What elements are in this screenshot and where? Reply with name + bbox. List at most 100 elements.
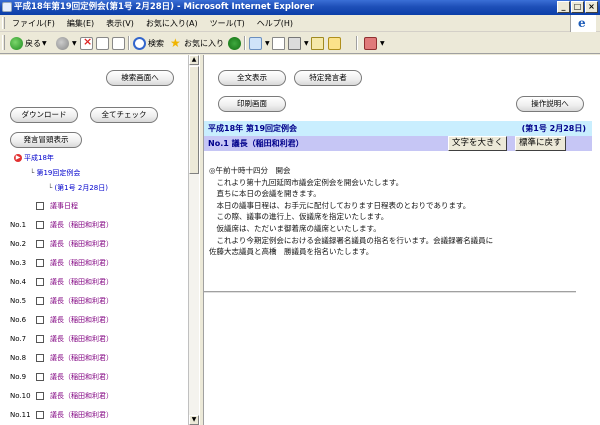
tree-meeting[interactable]: └ (第1号 2月28日) <box>48 183 108 193</box>
search-icon <box>133 36 146 50</box>
scroll-down-icon[interactable]: ▼ <box>189 415 199 425</box>
reset-text-button[interactable]: 標準に戻す <box>515 136 566 151</box>
media-button[interactable] <box>228 35 243 51</box>
mail-icon <box>272 36 285 50</box>
speaker-link[interactable]: 議長（稲田和利君） <box>50 239 113 249</box>
favorites-button[interactable]: ★ お気に入り <box>170 35 224 51</box>
speaker-link[interactable]: 議長（稲田和利君） <box>50 277 113 287</box>
row-checkbox[interactable] <box>36 411 44 419</box>
tree-branch-icon: └ <box>30 169 35 177</box>
row-number: No.1 <box>10 221 27 229</box>
row-checkbox[interactable] <box>36 392 44 400</box>
refresh-button[interactable] <box>96 35 111 51</box>
row-checkbox[interactable] <box>36 278 44 286</box>
minimize-button[interactable]: _ <box>557 1 570 13</box>
back-label: 戻る <box>25 38 41 48</box>
specific-speaker-button[interactable]: 特定発言者 <box>294 70 362 86</box>
row-number: No.10 <box>10 392 31 400</box>
stop-icon <box>80 35 93 50</box>
minutes-line: 直ちに本日の会議を開きます。 <box>209 189 321 199</box>
session-date: (第1号 2月28日) <box>521 124 586 133</box>
speaker-link[interactable]: 議長（稲田和利君） <box>50 372 113 382</box>
forward-arrow-icon <box>56 36 69 50</box>
menu-favorites[interactable]: お気に入り(A) <box>146 18 198 29</box>
menu-tools[interactable]: ツール(T) <box>210 18 245 29</box>
speaker-link[interactable]: 議長（稲田和利君） <box>50 353 113 363</box>
speaker-link[interactable]: 議長（稲田和利君） <box>50 391 113 401</box>
mail-button[interactable] <box>272 35 287 51</box>
speaker-link[interactable]: 議長（稲田和利君） <box>50 410 113 420</box>
scroll-up-icon[interactable]: ▲ <box>189 55 199 65</box>
stop-button[interactable] <box>80 35 95 51</box>
row-checkbox[interactable] <box>36 259 44 267</box>
play-icon: ▶ <box>14 154 22 162</box>
close-button[interactable]: × <box>585 1 598 13</box>
help-button[interactable]: 操作説明へ <box>516 96 584 112</box>
chevron-down-icon[interactable]: ▼ <box>380 40 385 47</box>
toolbar-separator <box>128 36 130 50</box>
home-icon <box>112 36 125 50</box>
menu-view[interactable]: 表示(V) <box>106 18 134 29</box>
list-item: No.8 議長（稲田和利君） <box>10 352 113 364</box>
chevron-down-icon[interactable]: ▼ <box>265 40 270 47</box>
menu-grip <box>2 17 5 29</box>
list-item: No.4 議長（稲田和利君） <box>10 276 113 288</box>
row-checkbox[interactable] <box>36 354 44 362</box>
agenda-row[interactable]: 議事日程 <box>10 200 78 212</box>
session-title: 平成18年 第19回定例会 <box>208 124 298 133</box>
ie-window-icon <box>2 2 12 12</box>
window-controls: _ □ × <box>557 1 598 13</box>
list-item: No.5 議長（稲田和利君） <box>10 295 113 307</box>
speaker-link[interactable]: 議長（稲田和利君） <box>50 315 113 325</box>
chevron-down-icon[interactable]: ▼ <box>72 40 77 47</box>
edit-icon <box>311 36 324 50</box>
search-label: 検索 <box>148 38 164 48</box>
speaker-link[interactable]: 議長（稲田和利君） <box>50 220 113 230</box>
history-button[interactable]: ▼ <box>249 35 270 51</box>
speaker-link[interactable]: 議長（稲田和利君） <box>50 258 113 268</box>
row-checkbox[interactable] <box>36 316 44 324</box>
menu-help[interactable]: ヘルプ(H) <box>257 18 293 29</box>
show-all-button[interactable]: 全文表示 <box>218 70 286 86</box>
chevron-down-icon[interactable]: ▼ <box>304 40 309 47</box>
check-all-button[interactable]: 全てチェック <box>90 107 158 123</box>
scroll-thumb[interactable] <box>189 66 199 174</box>
row-number: No.2 <box>10 240 27 248</box>
row-checkbox[interactable] <box>36 240 44 248</box>
menu-file[interactable]: ファイル(F) <box>12 18 55 29</box>
search-screen-button[interactable]: 検索画面へ <box>106 70 174 86</box>
toolbar-grip <box>2 35 5 50</box>
row-number: No.11 <box>10 411 31 419</box>
back-button[interactable]: 戻る ▼ <box>10 35 47 51</box>
home-button[interactable] <box>112 35 127 51</box>
print-button[interactable]: ▼ <box>288 35 309 51</box>
windows-logo-icon: e <box>570 15 596 32</box>
menu-edit[interactable]: 編集(E) <box>67 18 94 29</box>
enlarge-text-button[interactable]: 文字を大きく <box>448 136 508 151</box>
speaker-list-button[interactable]: 発言冒頭表示 <box>10 132 82 148</box>
tree-session-label: 第19回定例会 <box>36 169 81 177</box>
search-button[interactable]: 検索 <box>133 35 164 51</box>
chevron-down-icon[interactable]: ▼ <box>42 40 47 47</box>
left-scrollbar[interactable]: ▲ ▼ <box>188 55 199 425</box>
agenda-link[interactable]: 議事日程 <box>50 201 78 211</box>
tree-year[interactable]: ▶ 平成18年 <box>14 153 54 163</box>
list-item: No.7 議長（稲田和利君） <box>10 333 113 345</box>
agenda-checkbox[interactable] <box>36 202 44 210</box>
maximize-button[interactable]: □ <box>571 1 584 13</box>
row-checkbox[interactable] <box>36 221 44 229</box>
tree-session[interactable]: └ 第19回定例会 <box>30 168 80 178</box>
row-checkbox[interactable] <box>36 335 44 343</box>
messenger-button[interactable] <box>328 35 343 51</box>
speaker-link[interactable]: 議長（稲田和利君） <box>50 334 113 344</box>
print-screen-button[interactable]: 印刷画面 <box>218 96 286 112</box>
speaker-link[interactable]: 議長（稲田和利君） <box>50 296 113 306</box>
star-icon: ★ <box>170 35 181 50</box>
row-number: No.8 <box>10 354 27 362</box>
row-checkbox[interactable] <box>36 373 44 381</box>
edit-button[interactable] <box>311 35 326 51</box>
download-button[interactable]: ダウンロード <box>10 107 78 123</box>
forward-button[interactable]: ▼ <box>56 35 77 51</box>
research-button[interactable]: ▼ <box>364 35 385 51</box>
row-checkbox[interactable] <box>36 297 44 305</box>
